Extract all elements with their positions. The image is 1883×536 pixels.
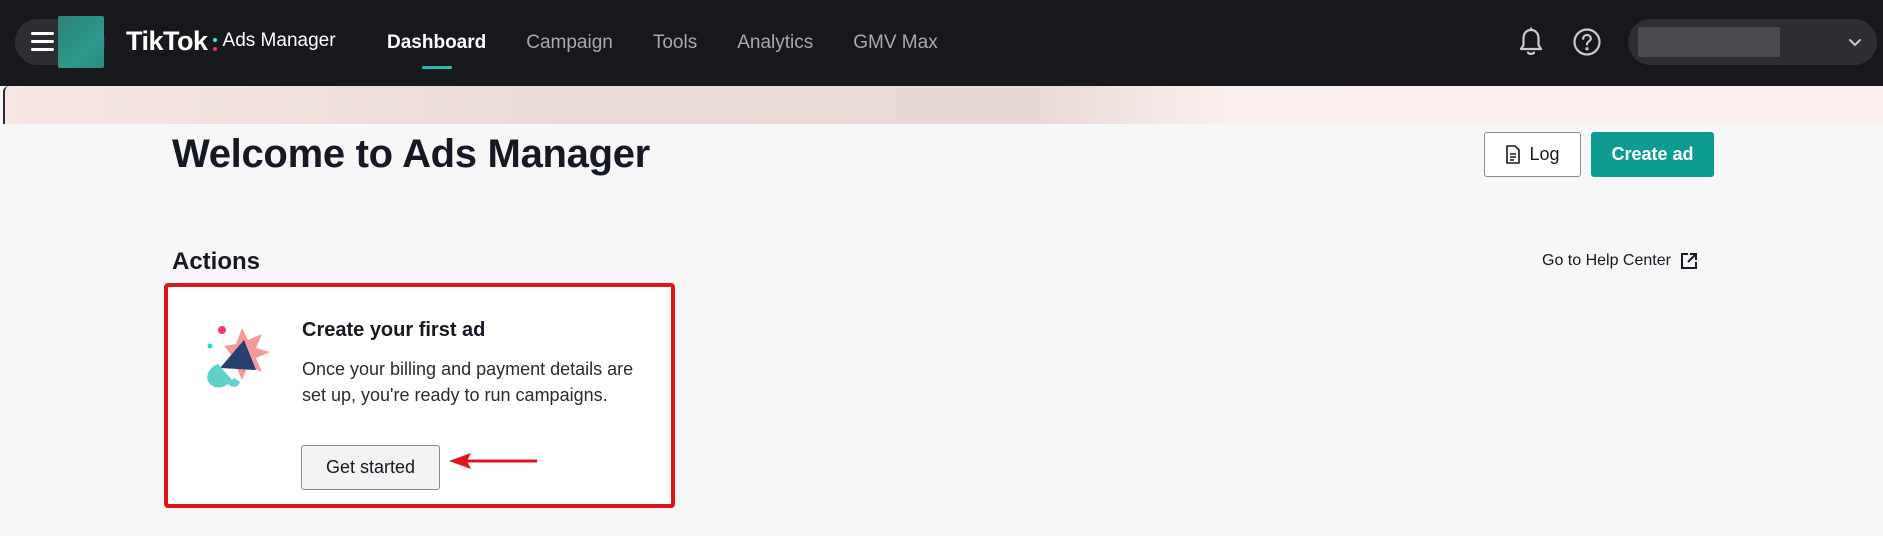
document-icon [1506,145,1521,164]
nav-campaign[interactable]: Campaign [526,0,613,86]
nav-analytics[interactable]: Analytics [737,0,813,86]
nav-tools[interactable]: Tools [653,0,697,86]
help-center-link[interactable]: Go to Help Center [1542,250,1698,272]
card-title: Create your first ad [302,319,486,341]
brand-separator [212,32,217,51]
nav-dashboard[interactable]: Dashboard [387,0,486,86]
notice-banner [3,86,1883,124]
brand-name: TikTok [126,25,208,56]
annotation-arrow-icon [449,453,537,469]
hamburger-icon[interactable] [31,32,54,52]
log-button-label: Log [1529,144,1560,164]
create-first-ad-card: Create your first ad Once your billing a… [164,283,675,508]
brand-product: Ads Manager [222,30,336,51]
megaphone-icon [207,326,270,388]
page-title: Welcome to Ads Manager [172,132,650,176]
top-navigation-bar: TikTok Ads Manager Dashboard Campaign To… [0,0,1883,86]
brand-logo[interactable]: TikTok Ads Manager [126,24,336,58]
get-started-button-label: Get started [325,457,416,477]
chevron-down-icon [1849,39,1861,46]
card-description: Once your billing and payment details ar… [302,359,634,405]
get-started-button[interactable]: Get started [301,445,440,490]
help-center-link-label: Go to Help Center [1542,252,1671,269]
log-button[interactable]: Log [1484,132,1581,177]
external-link-icon [1680,253,1697,269]
actions-heading: Actions [172,248,261,275]
nav-gmv-max[interactable]: GMV Max [853,0,937,86]
account-name-redacted [1638,27,1780,57]
account-avatar[interactable] [58,16,104,68]
bell-icon[interactable] [1514,25,1548,59]
account-selector[interactable] [1628,19,1877,65]
create-ad-button[interactable]: Create ad [1591,132,1714,177]
main-nav: Dashboard Campaign Tools Analytics GMV M… [387,0,978,86]
question-icon[interactable] [1570,25,1604,59]
create-ad-button-label: Create ad [1611,144,1694,164]
